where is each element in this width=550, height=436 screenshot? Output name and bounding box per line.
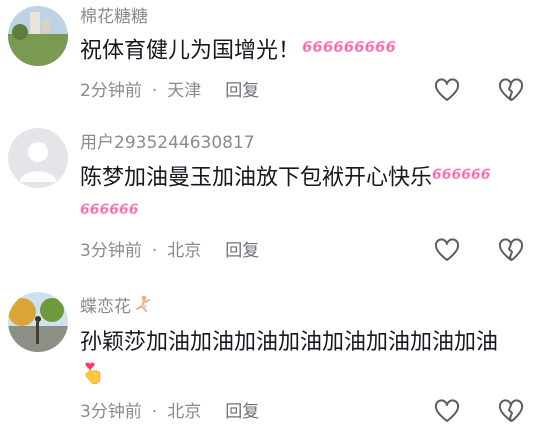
location: 北京 — [167, 241, 202, 261]
avatar[interactable] — [8, 128, 68, 188]
666-sticker-text: 666666666 — [302, 38, 396, 56]
666-sticker-icon: 666666 — [432, 161, 496, 196]
reply-button[interactable]: 回复 — [225, 402, 259, 422]
svg-text:666666: 666666 — [432, 167, 491, 183]
timestamp: 3分钟前 — [80, 241, 142, 261]
comment-text-content: 陈梦加油曼玉加油放下包袱开心快乐 — [80, 165, 433, 191]
location: 北京 — [167, 402, 202, 422]
comment-text-content: 孙颖莎加油加油加油加油加油加油加油加油 — [80, 330, 499, 355]
broken-heart-icon[interactable] — [498, 399, 524, 425]
comment-text: 孙颖莎加油加油加油加油加油加油加油加油 — [80, 326, 520, 397]
username[interactable]: 棉花糖糖 — [80, 6, 148, 28]
comment-meta: 3分钟前 · 北京 回复 — [80, 401, 259, 423]
avatar[interactable] — [8, 292, 68, 352]
svg-text:666666: 666666 — [80, 202, 139, 218]
comment-text-content: 祝体育健儿为国增光！ — [80, 38, 301, 64]
heart-outline-icon[interactable] — [434, 238, 460, 264]
separator-dot: · — [151, 81, 158, 101]
666-sticker-icon: 666666666 — [300, 34, 397, 69]
timestamp: 3分钟前 — [80, 402, 142, 422]
666-sticker-icon: 666666 — [80, 196, 144, 231]
avatar[interactable] — [8, 6, 68, 66]
broken-heart-icon[interactable] — [498, 78, 524, 104]
heart-outline-icon[interactable] — [434, 78, 460, 104]
separator-dot: · — [151, 402, 158, 422]
comment-meta: 2分钟前 · 天津 回复 — [80, 80, 259, 102]
dancer-icon — [133, 294, 153, 320]
location: 天津 — [167, 81, 202, 101]
broken-heart-icon[interactable] — [498, 238, 524, 264]
reply-button[interactable]: 回复 — [225, 81, 259, 101]
username-text: 蝶恋花 — [80, 297, 131, 317]
comment-meta: 3分钟前 · 北京 回复 — [80, 240, 259, 262]
username[interactable]: 用户2935244630817 — [80, 132, 255, 154]
separator-dot: · — [151, 241, 158, 261]
timestamp: 2分钟前 — [80, 81, 142, 101]
username[interactable]: 蝶恋花 — [80, 294, 153, 320]
comment-text: 陈梦加油曼玉加油放下包袱开心快乐 666666 666666 — [80, 161, 520, 231]
reply-button[interactable]: 回复 — [225, 241, 259, 261]
comment-text: 祝体育健儿为国增光！ 666666666 — [80, 34, 520, 69]
finger-heart-icon — [80, 360, 106, 397]
heart-outline-icon[interactable] — [434, 399, 460, 425]
